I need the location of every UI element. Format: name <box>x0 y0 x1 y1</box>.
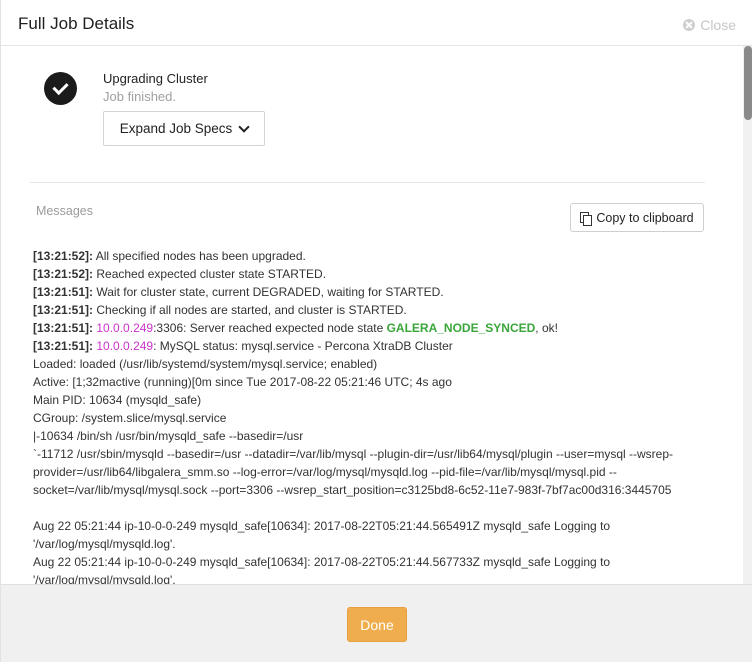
log-timestamp: [13:21:51]: <box>33 321 94 335</box>
divider <box>30 182 705 183</box>
log-raw-line: |-10634 /bin/sh /usr/bin/mysqld_safe --b… <box>33 429 304 443</box>
log-ip: 10.0.0.249 <box>93 321 154 335</box>
log-raw-line: Active: [1;32mactive (running)[0m since … <box>33 375 452 389</box>
close-label[interactable]: Close <box>700 17 736 33</box>
copy-to-clipboard-button[interactable]: Copy to clipboard <box>570 203 704 232</box>
log-raw-line: CGroup: /system.slice/mysql.service <box>33 411 227 425</box>
log-text: All specified nodes has been upgraded. <box>93 249 306 263</box>
expand-job-specs-label[interactable]: Expand Job Specs <box>120 121 233 136</box>
log-timestamp: [13:21:51]: <box>33 303 94 317</box>
log-text: Checking if all nodes are started, and c… <box>93 303 407 317</box>
log-raw-line: `-11712 /usr/sbin/mysqld --basedir=/usr … <box>33 447 673 497</box>
log-raw-line: Loaded: loaded (/usr/lib/systemd/system/… <box>33 357 378 371</box>
log-ip: 10.0.0.249 <box>93 339 154 353</box>
log-text: Wait for cluster state, current DEGRADED… <box>93 285 444 299</box>
log-text: Reached expected cluster state STARTED. <box>93 267 327 281</box>
log-raw-line: Main PID: 10634 (mysqld_safe) <box>33 393 202 407</box>
job-status: Job finished. <box>103 89 176 104</box>
expand-job-specs-button[interactable]: Expand Job Specs <box>103 111 265 146</box>
log-raw-line: Aug 22 05:21:44 ip-10-0-0-249 mysqld_saf… <box>33 519 611 551</box>
chevron-down-icon[interactable] <box>238 120 250 133</box>
log-text: :3306: Server reached expected node stat… <box>153 321 387 335</box>
log-line: [13:21:52]: Reached expected cluster sta… <box>33 265 705 283</box>
clipboard-icon[interactable] <box>580 211 593 226</box>
log-timestamp: [13:21:51]: <box>33 285 94 299</box>
log-line: [13:21:51]: 10.0.0.249:3306: Server reac… <box>33 319 705 337</box>
log-line: [13:21:51]: Checking if all nodes are st… <box>33 301 705 319</box>
done-button[interactable]: Done <box>347 607 407 642</box>
log-node-state: GALERA_NODE_SYNCED <box>386 321 536 335</box>
scrollbar-thumb[interactable] <box>744 46 752 120</box>
modal-body: Upgrading Cluster Job finished. Expand J… <box>1 46 752 584</box>
messages-log: [13:21:52]: All specified nodes has been… <box>33 247 705 584</box>
modal-header: Full Job Details Close <box>1 0 752 46</box>
log-text: : MySQL status: mysql.service - Percona … <box>153 339 453 353</box>
log-timestamp: [13:21:52]: <box>33 267 94 281</box>
messages-label: Messages <box>36 204 93 218</box>
log-blank-line <box>33 499 705 517</box>
log-timestamp: [13:21:52]: <box>33 249 94 263</box>
check-circle-icon <box>44 72 77 105</box>
job-details-modal: Full Job Details Close Upgrading Cluster… <box>0 0 752 662</box>
copy-to-clipboard-label[interactable]: Copy to clipboard <box>596 211 693 225</box>
log-line: [13:21:51]: Wait for cluster state, curr… <box>33 283 705 301</box>
log-line: [13:21:52]: All specified nodes has been… <box>33 247 705 265</box>
close-icon[interactable] <box>683 19 696 31</box>
modal-title: Full Job Details <box>18 14 135 33</box>
scrollbar[interactable] <box>743 46 752 584</box>
log-line: [13:21:51]: 10.0.0.249: MySQL status: my… <box>33 337 705 355</box>
close-button[interactable]: Close <box>683 17 736 33</box>
modal-footer: Done <box>1 584 752 662</box>
log-raw-line: Aug 22 05:21:44 ip-10-0-0-249 mysqld_saf… <box>33 555 611 584</box>
log-timestamp: [13:21:51]: <box>33 339 94 353</box>
log-text-tail: , ok! <box>535 321 558 335</box>
job-title: Upgrading Cluster <box>103 71 208 86</box>
